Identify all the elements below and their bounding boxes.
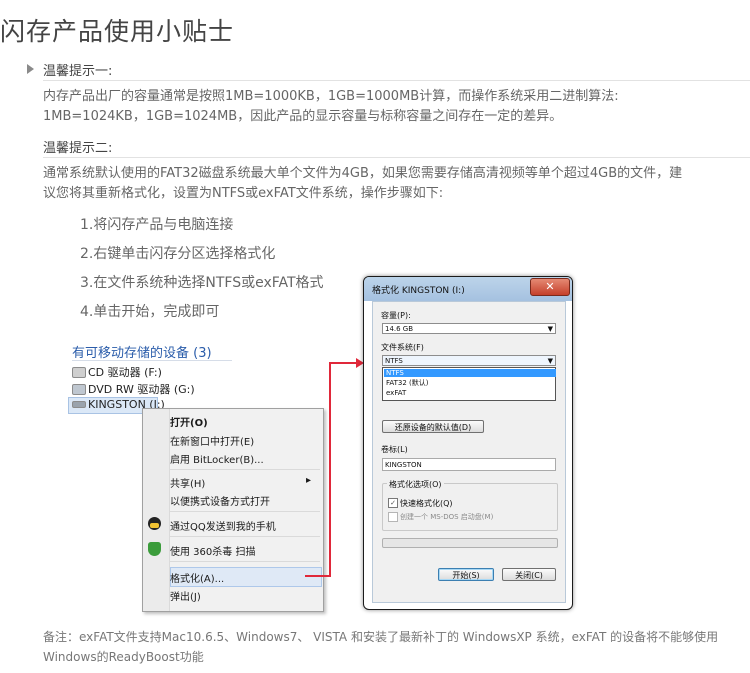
usb-drive-icon [72, 401, 86, 408]
page-title: 闪存产品使用小贴士 [0, 17, 235, 46]
tip2-label: 温馨提示二: [43, 141, 113, 156]
step-1: 1.将闪存产品与电脑连接 [80, 217, 234, 233]
menu-separator [170, 511, 320, 512]
menu-item-360-scan[interactable]: 使用 360杀毒 扫描 [170, 543, 255, 558]
cd-drive-icon [72, 366, 86, 378]
dialog-body: 容量(P): 14.6 GB ▼ 文件系统(F) NTFS ▼ NTFS FAT… [372, 301, 566, 603]
qq-penguin-icon [148, 517, 161, 530]
menu-item-portable-open[interactable]: 以便携式设备方式打开 [170, 493, 270, 508]
step-4: 4.单击开始，完成即可 [80, 304, 220, 320]
filesystem-option-fat32[interactable]: FAT32 (默认) [384, 379, 556, 387]
menu-item-open[interactable]: 打开(O) [170, 414, 208, 429]
filesystem-option-ntfs[interactable]: NTFS [384, 369, 556, 377]
tip1-text-line1: 内存产品出厂的容量通常是按照1MB=1000KB，1GB=1000MB计算，而操… [43, 89, 619, 104]
tip1-label: 温馨提示一: [43, 64, 113, 79]
capacity-value: 14.6 GB [385, 325, 414, 333]
dropdown-arrow-icon: ▼ [547, 357, 553, 365]
note-line1: 备注：exFAT文件支持Mac10.6.5、Windows7、 VISTA 和安… [43, 630, 719, 644]
menu-item-eject[interactable]: 弹出(J) [170, 588, 201, 603]
menu-item-open-new-window[interactable]: 在新窗口中打开(E) [170, 433, 254, 448]
bullet-triangle-icon [27, 64, 34, 74]
device-dvd-drive[interactable]: DVD RW 驱动器 (G:) [72, 381, 195, 397]
filesystem-dropdown-list: NTFS FAT32 (默认) exFAT [382, 367, 556, 401]
note-line2: Windows的ReadyBoost功能 [43, 650, 204, 664]
start-button[interactable]: 开始(S) [438, 568, 494, 581]
capacity-label: 容量(P): [381, 311, 411, 320]
divider [43, 80, 750, 81]
device-cd-drive[interactable]: CD 驱动器 (F:) [72, 364, 162, 380]
menu-separator [170, 469, 320, 470]
quick-format-label: 快速格式化(Q) [400, 499, 453, 508]
dialog-close-icon[interactable]: ✕ [530, 278, 570, 296]
context-menu-icon-strip [143, 409, 170, 611]
filesystem-value: NTFS [385, 357, 403, 365]
capacity-select[interactable]: 14.6 GB ▼ [382, 323, 556, 334]
device-label: DVD RW 驱动器 (G:) [88, 383, 195, 396]
menu-separator [170, 561, 320, 562]
dropdown-arrow-icon: ▼ [547, 325, 553, 333]
volume-label-input[interactable]: KINGSTON [382, 458, 556, 471]
format-progress-bar [382, 538, 558, 548]
dialog-title: 格式化 KINGSTON (I:) [372, 286, 465, 296]
filesystem-label: 文件系统(F) [381, 343, 424, 352]
submenu-arrow-icon: ▸ [306, 475, 312, 486]
volume-label-label: 卷标(L) [381, 445, 408, 454]
menu-separator [170, 536, 320, 537]
filesystem-option-exfat[interactable]: exFAT [384, 389, 556, 397]
tip2-text-line1: 通常系统默认使用的FAT32磁盘系统最大单个文件为4GB，如果您需要存储高清视频… [43, 166, 683, 181]
divider [43, 157, 750, 158]
msdos-boot-label: 创建一个 MS-DOS 启动盘(M) [400, 513, 494, 521]
quick-format-checkbox[interactable]: ✓ [388, 498, 398, 508]
step-2: 2.右键单击闪存分区选择格式化 [80, 246, 276, 262]
tip1-text-line2: 1MB=1024KB，1GB=1024MB，因此产品的显示容量与标称容量之间存在… [43, 109, 563, 124]
menu-item-share[interactable]: 共享(H) [170, 475, 205, 490]
device-label: CD 驱动器 (F:) [88, 366, 162, 379]
menu-item-qq-send[interactable]: 通过QQ发送到我的手机 [170, 518, 276, 533]
dvd-drive-icon [72, 383, 86, 395]
step-3: 3.在文件系统种选择NTFS或exFAT格式 [80, 275, 324, 291]
format-dialog: 格式化 KINGSTON (I:) ✕ 容量(P): 14.6 GB ▼ 文件系… [363, 276, 573, 610]
tip2-text-line2: 议您将其重新格式化，设置为NTFS或exFAT文件系统，操作步骤如下: [43, 186, 444, 201]
filesystem-select[interactable]: NTFS ▼ [382, 355, 556, 366]
restore-defaults-button[interactable]: 还原设备的默认值(D) [382, 420, 484, 433]
divider [72, 360, 232, 361]
close-button[interactable]: 关闭(C) [502, 568, 556, 581]
menu-item-format[interactable]: 格式化(A)... [170, 570, 224, 585]
devices-section-title: 有可移动存储的设备 (3) [72, 346, 212, 361]
msdos-boot-checkbox[interactable] [388, 512, 398, 522]
format-options-label: 格式化选项(O) [387, 479, 444, 490]
context-menu: 打开(O) 在新窗口中打开(E) 启用 BitLocker(B)... 共享(H… [142, 408, 324, 612]
menu-item-bitlocker[interactable]: 启用 BitLocker(B)... [170, 451, 264, 466]
360-shield-icon [148, 542, 161, 556]
